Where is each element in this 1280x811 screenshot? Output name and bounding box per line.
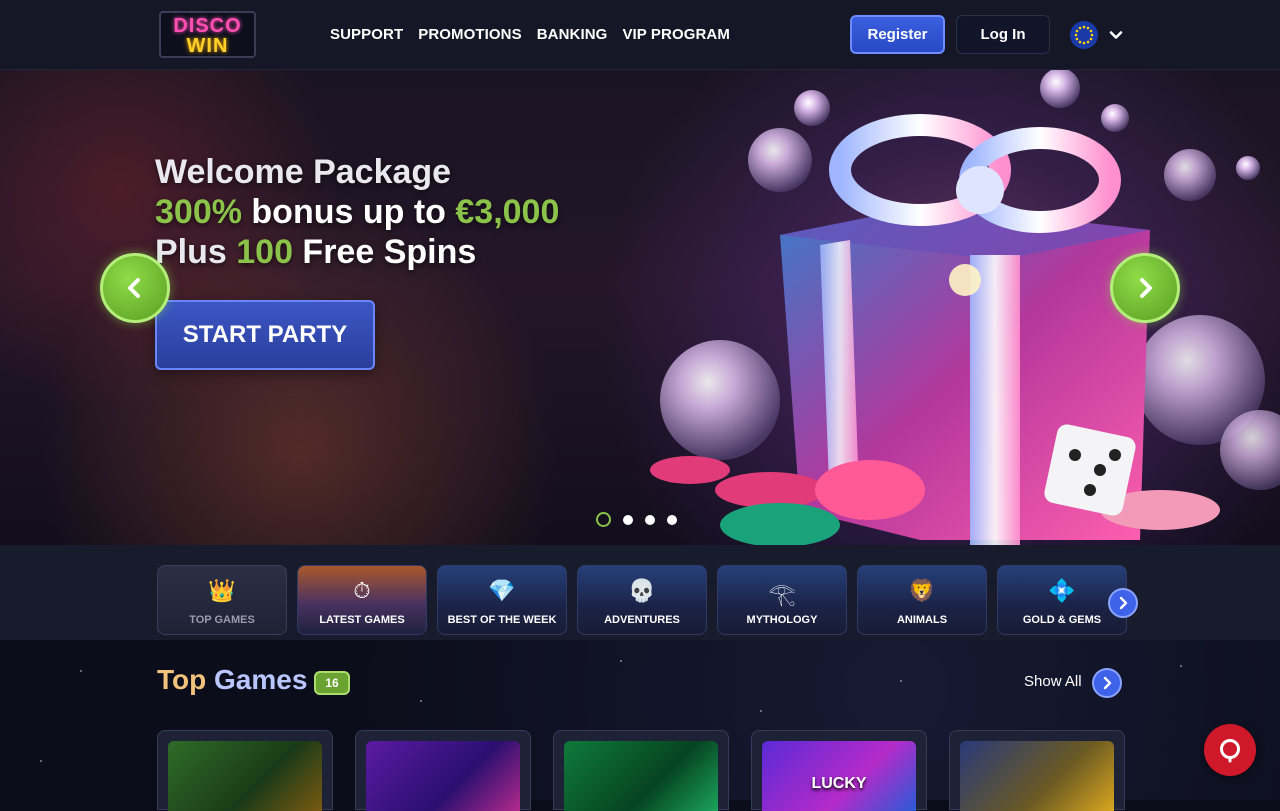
game-card[interactable] (355, 730, 531, 811)
games-count-badge: 16 (314, 671, 350, 695)
hero-spins-text: Free Spins (292, 233, 477, 271)
hero-line1: Welcome Package (155, 153, 452, 191)
game-card[interactable] (553, 730, 729, 811)
category-scroll-next-button[interactable] (1108, 588, 1138, 618)
hero-bonus-percent: 300% (155, 193, 242, 231)
chevron-right-icon (1119, 596, 1128, 610)
category-label: TOP GAMES (189, 614, 255, 626)
chevron-down-icon (1109, 31, 1123, 39)
carousel-dot-3[interactable] (645, 514, 655, 525)
category-top-games[interactable]: 👑 TOP GAMES (157, 565, 287, 635)
category-latest-games[interactable]: ⏱ LATEST GAMES (297, 565, 427, 635)
game-title (366, 741, 520, 775)
nav-promotions-link[interactable]: PROMOTIONS (418, 26, 522, 43)
game-thumbnail (366, 741, 520, 811)
nav-banking-link[interactable]: BANKING (537, 26, 608, 43)
diamond-icon: 💎 (488, 578, 516, 603)
carousel-dots (596, 512, 677, 527)
section-title: Top Games (157, 664, 307, 696)
hero-headline: Welcome Package 300% bonus up to €3,000 … (155, 152, 559, 272)
disco-win-logo[interactable]: DISCO WIN (159, 11, 256, 58)
hero-bonus-amount: €3,000 (455, 193, 560, 231)
show-all-link[interactable]: Show All (1024, 673, 1082, 690)
category-label: ADVENTURES (604, 614, 680, 626)
category-animals[interactable]: 🦁 ANIMALS (857, 565, 987, 635)
carousel-next-button[interactable] (1110, 253, 1180, 323)
category-label: ANIMALS (896, 614, 948, 626)
section-title-part1: Top (157, 664, 207, 695)
gift-box-illustration (650, 70, 1280, 545)
live-chat-button[interactable] (1204, 724, 1256, 776)
hero-spins-count: 100 (236, 233, 293, 271)
chevron-right-icon (1103, 676, 1112, 690)
game-title (168, 741, 322, 775)
carousel-prev-button[interactable] (100, 253, 170, 323)
game-card[interactable] (157, 730, 333, 811)
section-title-part2: Games (214, 664, 308, 695)
game-title: LUCKY (811, 775, 867, 792)
hero-plus-text: Plus (155, 233, 237, 271)
game-thumbnail: LUCKY (762, 741, 916, 811)
language-selector[interactable] (1070, 21, 1124, 49)
chevron-left-icon (128, 278, 140, 298)
category-bar: 👑 TOP GAMES ⏱ LATEST GAMES 💎 BEST OF THE… (0, 545, 1280, 640)
chat-bubble-icon (1220, 739, 1240, 763)
game-title (960, 741, 1114, 775)
category-mythology[interactable]: 𓂀 MYTHOLOGY (717, 565, 847, 635)
hero-line3: Plus 100 Free Spins (155, 233, 476, 271)
lion-icon: 🦁 (908, 578, 936, 603)
category-adventures[interactable]: 💀 ADVENTURES (577, 565, 707, 635)
hero-line2: 300% bonus up to €3,000 (155, 193, 559, 231)
nav-support-link[interactable]: SUPPORT (330, 26, 403, 43)
eu-flag-icon (1070, 21, 1098, 49)
start-party-button[interactable]: START PARTY (155, 300, 375, 370)
chevron-right-icon (1140, 278, 1152, 298)
game-thumbnail (960, 741, 1114, 811)
top-games-section: Top Games 16 Show All LUCKY (0, 640, 1280, 811)
game-card[interactable] (949, 730, 1125, 811)
category-label: MYTHOLOGY (746, 614, 818, 626)
site-header: DISCO WIN SUPPORT PROMOTIONS BANKING VIP… (0, 0, 1280, 70)
game-thumbnail (168, 741, 322, 811)
pirate-skull-icon: 💀 (628, 578, 656, 603)
category-best-of-the-week[interactable]: 💎 BEST OF THE WEEK (437, 565, 567, 635)
register-button[interactable]: Register (850, 15, 945, 54)
game-thumbnail (564, 741, 718, 811)
carousel-dot-1[interactable] (596, 512, 611, 527)
category-list: 👑 TOP GAMES ⏱ LATEST GAMES 💎 BEST OF THE… (157, 565, 1127, 635)
category-label: BEST OF THE WEEK (447, 614, 557, 626)
nav-vip-program-link[interactable]: VIP PROGRAM (622, 26, 730, 43)
carousel-dot-4[interactable] (667, 514, 677, 525)
pharaoh-icon: 𓂀 (768, 581, 796, 606)
show-all-button[interactable] (1092, 668, 1122, 698)
category-label: GOLD & GEMS (1022, 614, 1102, 626)
stopwatch-icon: ⏱ (353, 578, 371, 603)
category-label: LATEST GAMES (319, 614, 405, 626)
logo-line2: WIN (186, 35, 229, 57)
login-button[interactable]: Log In (956, 15, 1050, 54)
carousel-dot-2[interactable] (623, 514, 633, 525)
game-card[interactable]: LUCKY (751, 730, 927, 811)
gems-icon: 💠 (1048, 578, 1076, 603)
main-nav: SUPPORT PROMOTIONS BANKING VIP PROGRAM (330, 26, 730, 43)
hero-banner: Welcome Package 300% bonus up to €3,000 … (0, 70, 1280, 545)
crown-icon: 👑 (208, 578, 236, 603)
logo-line1: DISCO (173, 15, 242, 37)
games-grid: LUCKY (157, 730, 1125, 811)
hero-bonus-text: bonus up to (241, 193, 456, 231)
game-title (564, 741, 718, 775)
